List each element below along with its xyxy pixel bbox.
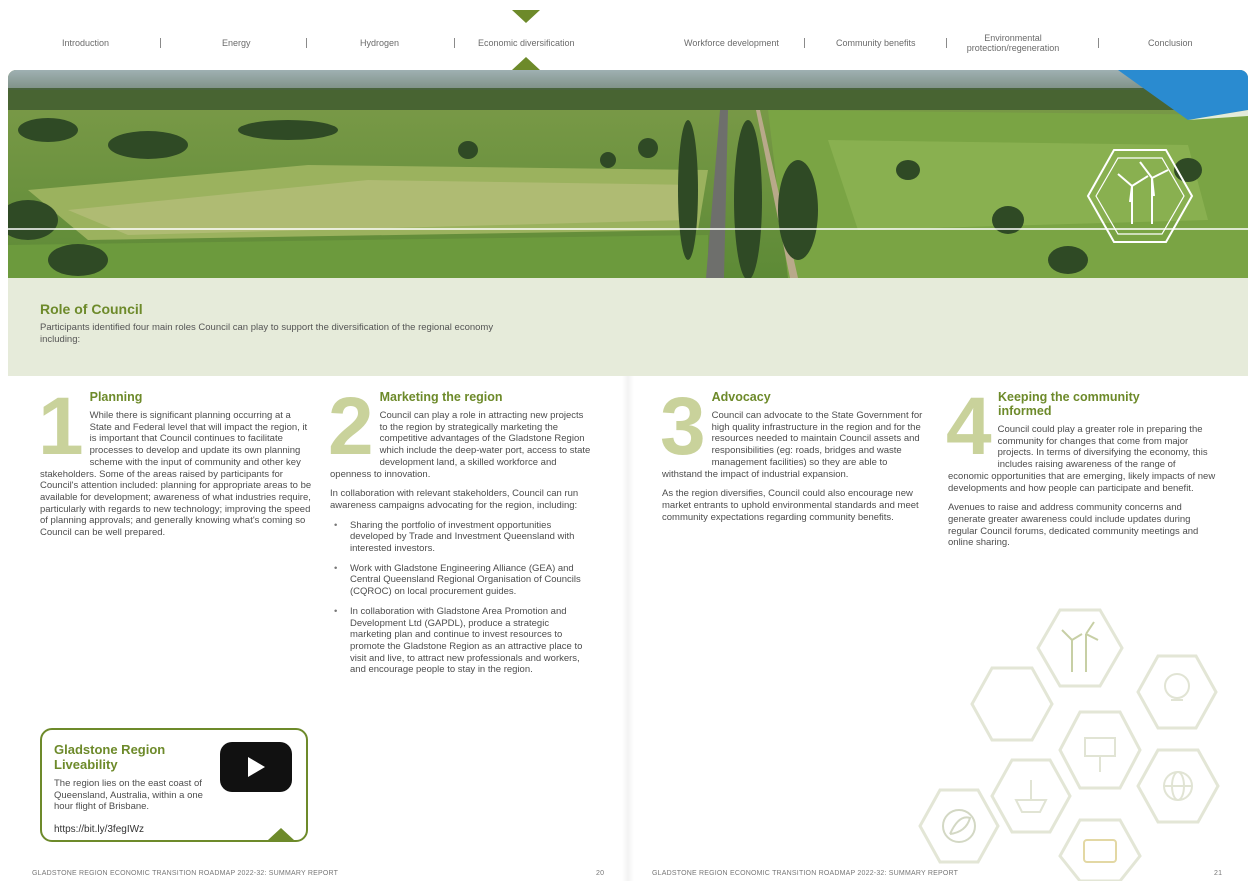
marketing-bullet-list: Sharing the portfolio of investment oppo… xyxy=(330,520,592,676)
solar-panel-icon xyxy=(1084,737,1116,772)
role-intro-text: Participants identified four main roles … xyxy=(40,322,494,345)
nav-divider xyxy=(946,38,947,48)
nav-environmental-protection[interactable]: Environmental protection/regeneration xyxy=(958,33,1068,53)
top-navigation: Introduction Energy Hydrogen Economic di… xyxy=(0,0,1249,70)
list-item: In collaboration with Gladstone Area Pro… xyxy=(330,606,592,676)
footer-left-title: GLADSTONE REGION ECONOMIC TRANSITION ROA… xyxy=(32,870,339,877)
nav-community-benefits[interactable]: Community benefits xyxy=(836,38,916,48)
leaf-icon xyxy=(942,809,976,843)
footer-left-page-number: 20 xyxy=(596,870,605,877)
nav-energy[interactable]: Energy xyxy=(222,38,251,48)
section-paragraph: In collaboration with relevant stakehold… xyxy=(330,488,579,511)
section-community-informed: 4 Keeping the community informed Council… xyxy=(946,381,1216,557)
nav-divider xyxy=(160,38,161,48)
section-number: 2 xyxy=(328,381,374,472)
section-number: 4 xyxy=(946,381,992,472)
section-number: 3 xyxy=(660,381,706,472)
card-corner-triangle xyxy=(268,828,294,840)
video-play-button[interactable] xyxy=(220,742,292,792)
nav-divider xyxy=(1098,38,1099,48)
list-item: Sharing the portfolio of investment oppo… xyxy=(330,520,592,555)
nav-hydrogen[interactable]: Hydrogen xyxy=(360,38,399,48)
nav-divider xyxy=(454,38,455,48)
video-link[interactable]: https://bit.ly/3fegIWz xyxy=(54,824,144,835)
section-paragraph: Avenues to raise and address community c… xyxy=(948,502,1199,549)
section-number: 1 xyxy=(38,381,84,472)
card-text: The region lies on the east coast of Que… xyxy=(54,778,203,812)
wind-turbine-icon xyxy=(1061,621,1099,672)
section-paragraph: As the region diversifies, Council could… xyxy=(662,488,919,523)
play-icon xyxy=(248,757,265,777)
nav-conclusion[interactable]: Conclusion xyxy=(1148,38,1193,48)
aerial-farmland-image xyxy=(8,70,1248,278)
decorative-hexagon-icons xyxy=(918,608,1220,881)
hero-divider-line xyxy=(8,228,1248,230)
nav-introduction[interactable]: Introduction xyxy=(62,38,109,48)
globe-icon xyxy=(1163,771,1193,801)
page-gutter xyxy=(622,376,634,881)
card-title: Gladstone Region Liveability xyxy=(54,742,166,772)
nav-divider xyxy=(306,38,307,48)
section-title: Keeping the community informed xyxy=(998,390,1140,418)
role-title: Role of Council xyxy=(40,301,143,317)
active-indicator-top xyxy=(512,10,540,23)
hero-landscape-photo xyxy=(8,70,1248,278)
section-planning: 1 Planning While there is significant pl… xyxy=(38,381,312,547)
section-marketing: 2 Marketing the region Council can play … xyxy=(328,381,592,684)
lightbulb-icon xyxy=(1164,673,1190,701)
nav-divider xyxy=(804,38,805,48)
section-advocacy: 3 Advocacy Council can advocate to the S… xyxy=(660,381,924,531)
nav-workforce-development[interactable]: Workforce development xyxy=(684,38,779,48)
list-item: Work with Gladstone Engineering Alliance… xyxy=(330,563,592,598)
nav-economic-diversification[interactable]: Economic diversification xyxy=(478,38,575,48)
ship-icon xyxy=(1014,780,1048,813)
liveability-video-card[interactable]: Gladstone Region Liveability The region … xyxy=(40,728,308,842)
battery-icon xyxy=(1083,839,1117,863)
footer-right-title: GLADSTONE REGION ECONOMIC TRANSITION ROA… xyxy=(652,870,959,877)
footer-right-page-number: 21 xyxy=(1214,870,1223,877)
active-indicator-bottom xyxy=(512,57,540,70)
